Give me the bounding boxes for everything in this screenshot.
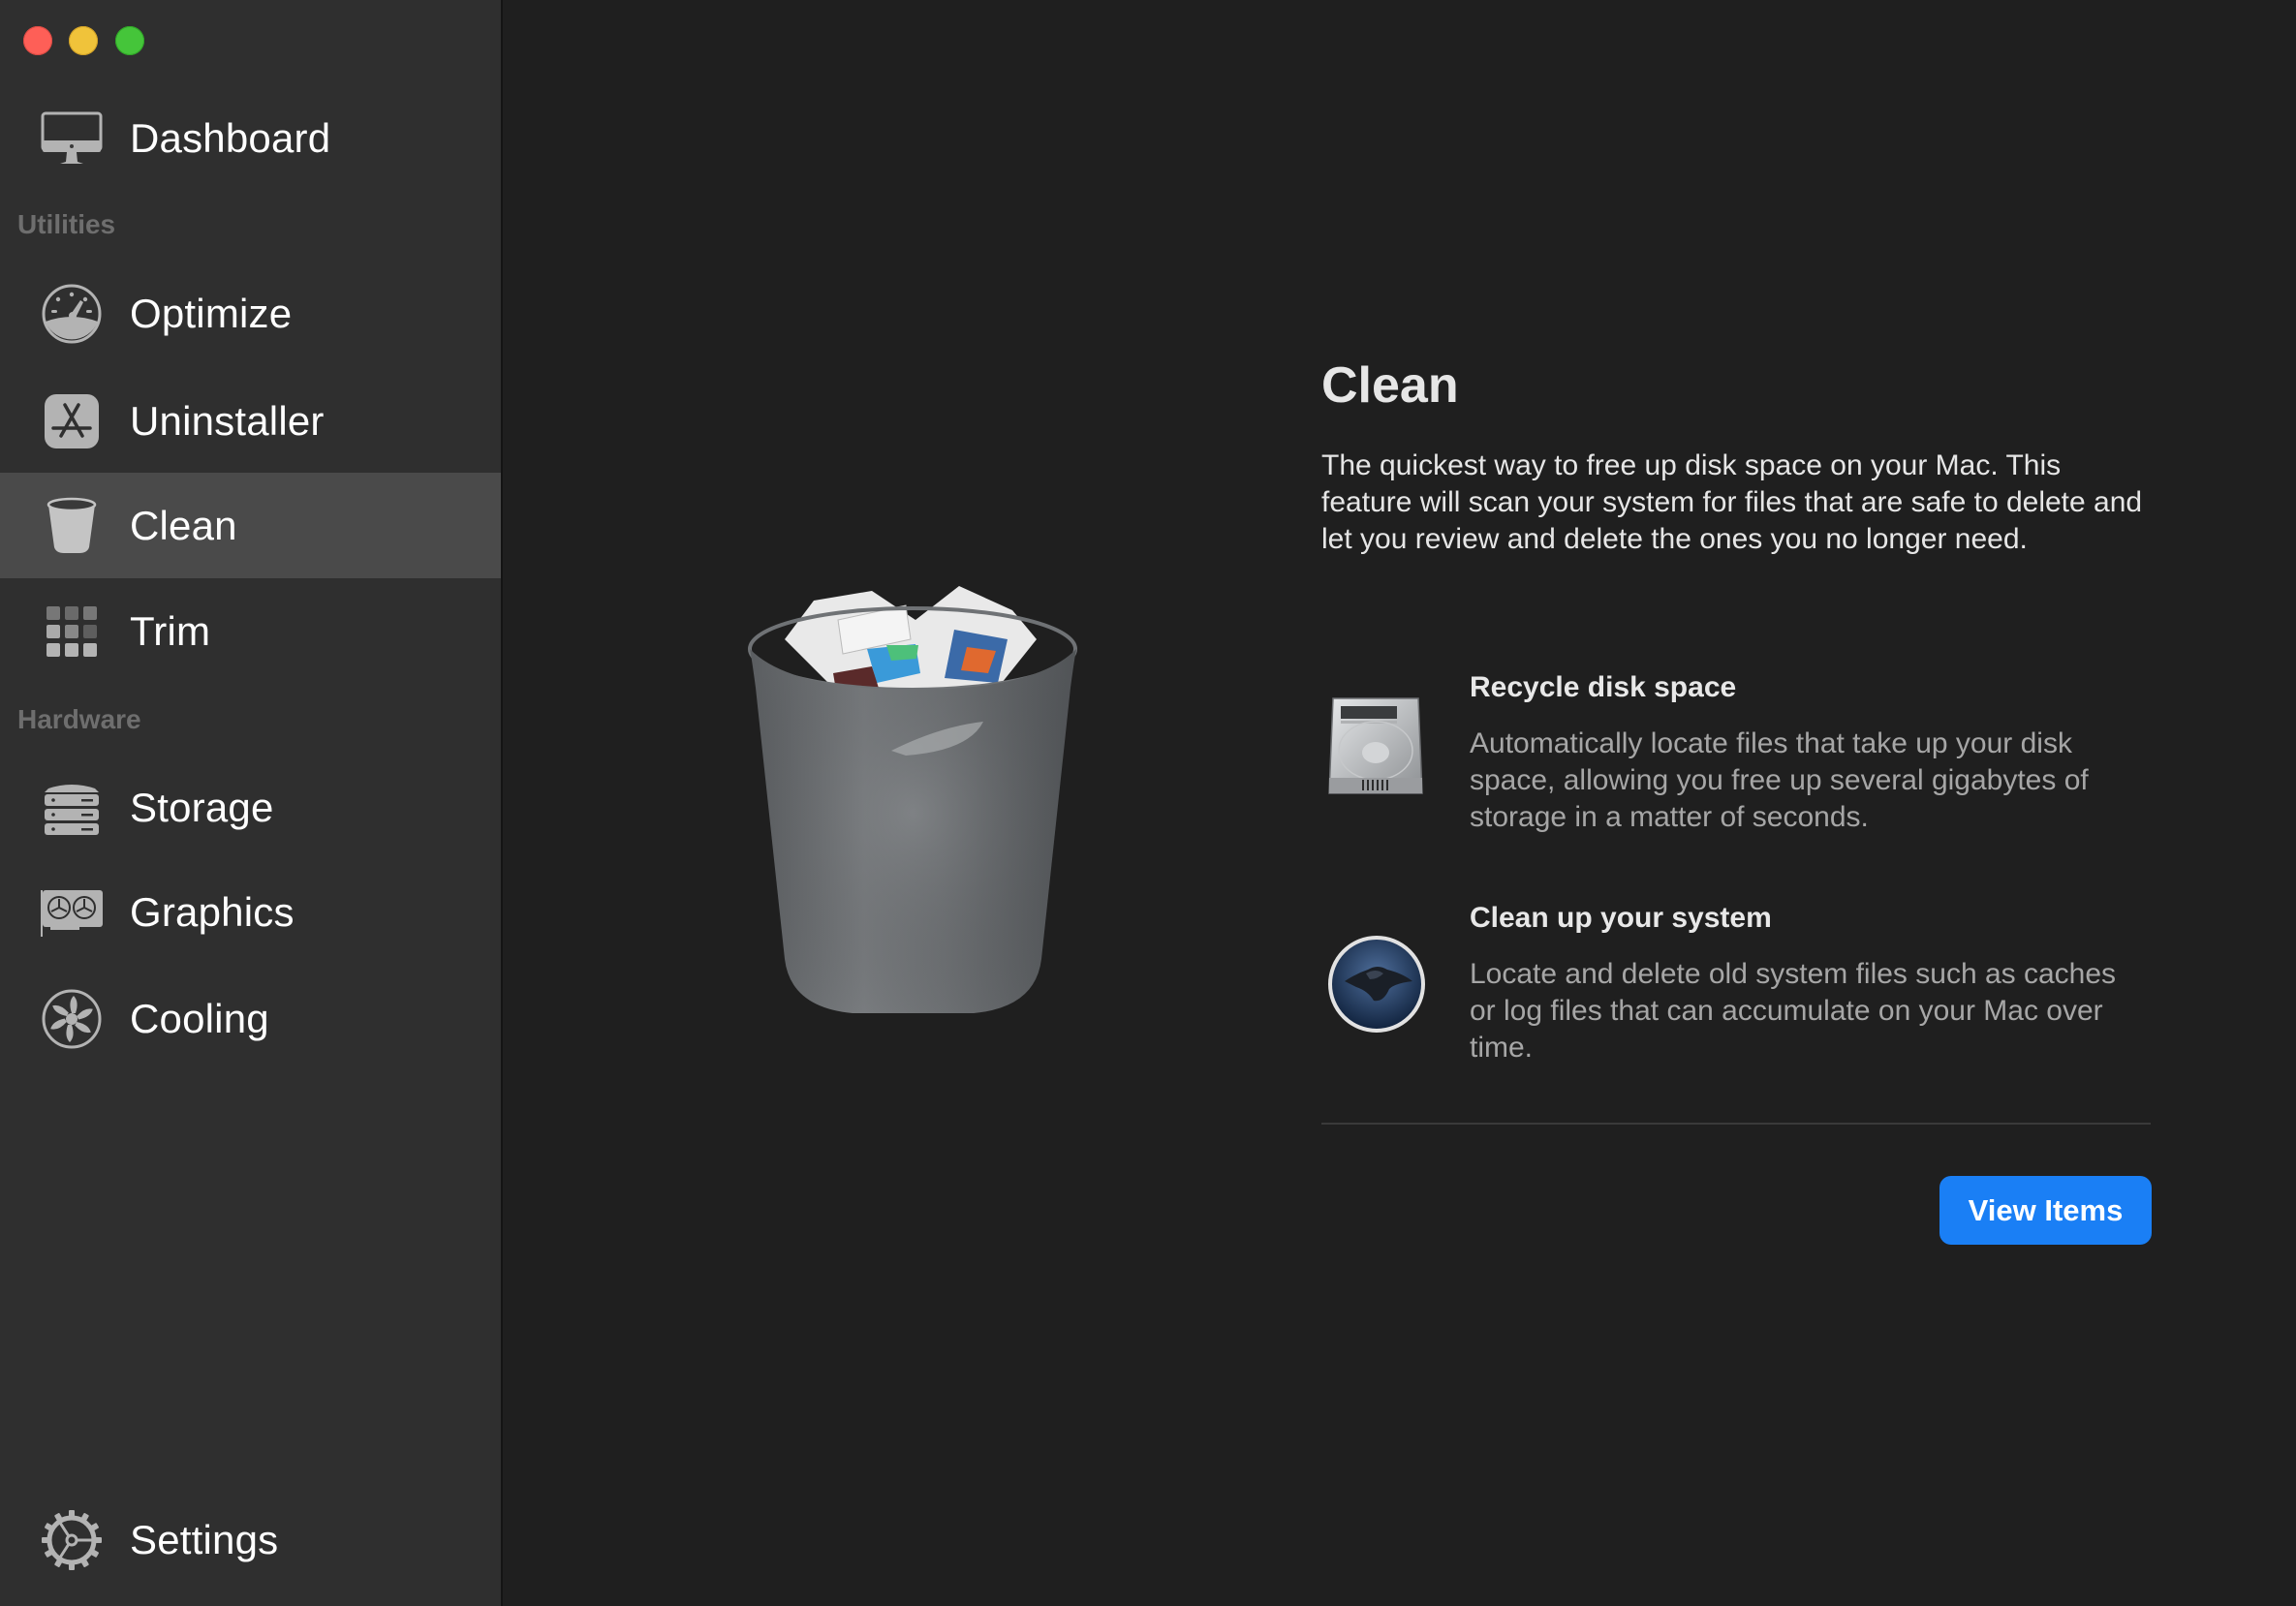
sidebar-item-cooling[interactable]: Cooling [0, 966, 501, 1071]
sidebar-item-label: Cooling [130, 995, 269, 1041]
sidebar-item-label: Dashboard [130, 114, 331, 161]
sidebar-item-dashboard[interactable]: Dashboard [0, 85, 501, 191]
hard-drive-icon [1327, 696, 1424, 803]
sidebar-item-storage[interactable]: Storage [0, 755, 501, 860]
sidebar-item-uninstaller[interactable]: Uninstaller [0, 368, 501, 474]
full-trash-can-icon [746, 581, 1080, 1017]
feature-title: Recycle disk space [1470, 671, 1737, 703]
sidebar: Dashboard Utilities Optimize Uninstaller… [0, 0, 503, 1606]
sidebar-item-label: Settings [130, 1516, 279, 1562]
sidebar-item-trim[interactable]: Trim [0, 578, 501, 684]
sidebar-item-label: Clean [130, 502, 237, 548]
sidebar-item-label: Trim [130, 607, 211, 654]
view-items-button[interactable]: View Items [1939, 1176, 2152, 1245]
sidebar-item-label: Graphics [130, 888, 295, 935]
sidebar-item-graphics[interactable]: Graphics [0, 859, 501, 965]
feature-title: Clean up your system [1470, 902, 1772, 934]
close-window-button[interactable] [23, 26, 52, 55]
sidebar-item-settings[interactable]: Settings [0, 1487, 501, 1592]
divider [1321, 1123, 2151, 1125]
sidebar-item-label: Optimize [130, 290, 293, 336]
macos-catalina-icon [1327, 935, 1425, 1041]
page-description: The quickest way to free up disk space o… [1321, 449, 2143, 555]
sidebar-item-label: Uninstaller [130, 397, 325, 444]
section-label-utilities: Utilities [17, 209, 116, 239]
grid-icon [39, 599, 105, 664]
page-title: Clean [1321, 357, 1459, 414]
sidebar-item-label: Storage [130, 784, 274, 830]
feature-description: Locate and delete old system files such … [1470, 958, 2117, 1064]
maximize-window-button[interactable] [115, 26, 144, 55]
trash-bin-icon [39, 493, 105, 559]
app-store-icon [39, 388, 105, 454]
sidebar-item-clean[interactable]: Clean [0, 473, 501, 578]
sidebar-item-optimize[interactable]: Optimize [0, 261, 501, 366]
server-stack-icon [39, 775, 105, 841]
speedometer-icon [39, 281, 105, 347]
feature-description: Automatically locate files that take up … [1470, 727, 2089, 833]
gear-icon [39, 1507, 105, 1573]
monitor-icon [39, 106, 105, 171]
fan-icon [39, 986, 105, 1052]
minimize-window-button[interactable] [69, 26, 98, 55]
graphics-card-icon [39, 880, 105, 945]
section-label-hardware: Hardware [17, 704, 141, 734]
